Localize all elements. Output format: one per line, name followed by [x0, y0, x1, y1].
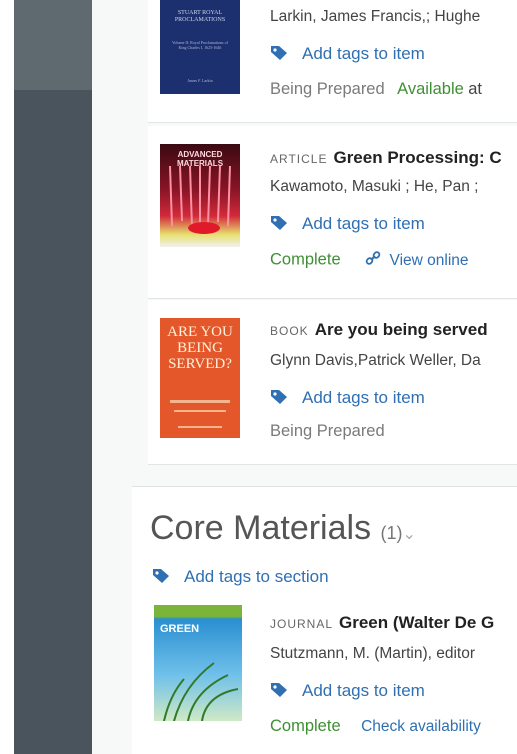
add-tags-link[interactable]: Add tags to item: [270, 214, 425, 235]
left-margin: [0, 0, 14, 754]
list-item: STUART ROYAL PROCLAMATIONS Volume II: Ro…: [148, 0, 517, 123]
item-text: BOOK Are you being served Glynn Davis,Pat…: [270, 300, 517, 464]
sidebar: [14, 0, 92, 754]
item-heading: ARTICLE Green Processing: C: [270, 148, 502, 168]
link-icon: [365, 251, 385, 270]
tag-icon: [270, 388, 290, 409]
status-text: Being Prepared: [270, 80, 385, 98]
cover-title: GREEN: [160, 623, 200, 635]
item-status-row: Being Prepared: [270, 422, 385, 441]
tag-icon: [270, 44, 290, 65]
add-tags-label[interactable]: Add tags to item: [302, 214, 425, 233]
cover-decoration: [170, 400, 230, 403]
article-cover[interactable]: ADVANCED MATERIALS: [160, 144, 240, 247]
section-title: Core Materials: [150, 509, 372, 547]
view-online-link[interactable]: View online: [365, 250, 469, 271]
add-tags-label[interactable]: Add tags to item: [302, 44, 425, 63]
cover-art: [169, 166, 231, 234]
list-item: ARE YOU BEING SERVED? BOOK Are you being …: [148, 300, 517, 465]
cover-decoration: [174, 410, 226, 412]
item-authors: Larkin, James Francis,; Hughe: [270, 8, 481, 25]
chevron-down-icon[interactable]: ⌄: [403, 526, 416, 543]
status-text: Complete: [270, 250, 341, 269]
add-tags-label[interactable]: Add tags to item: [302, 681, 425, 700]
item-type: JOURNAL: [270, 617, 334, 631]
status-text: Complete: [270, 717, 341, 735]
list-item: GREEN JOURNAL Green (Walter De G Stutzman…: [148, 593, 517, 754]
section-count: (1): [380, 523, 403, 543]
cover-title: STUART ROYAL PROCLAMATIONS: [174, 10, 226, 23]
item-authors: Kawamoto, Masuki ; He, Pan ;: [270, 178, 479, 195]
add-tags-section-link[interactable]: Add tags to section: [152, 567, 329, 588]
cover-decoration: [178, 426, 222, 428]
add-tags-link[interactable]: Add tags to item: [270, 44, 425, 65]
add-tags-section-label[interactable]: Add tags to section: [184, 567, 329, 586]
tag-icon: [270, 214, 290, 235]
cover-subtitle: Volume II: Royal Proclamations of King C…: [172, 40, 228, 50]
item-type: BOOK: [270, 324, 309, 338]
item-text: JOURNAL Green (Walter De G Stutzmann, M. …: [270, 593, 517, 754]
item-text: ARTICLE Green Processing: C Kawamoto, Mas…: [270, 126, 517, 298]
section-heading[interactable]: Core Materials (1)⌄: [150, 509, 416, 548]
tag-icon: [270, 681, 290, 702]
sidebar-header: [14, 0, 92, 90]
item-title[interactable]: Green (Walter De G: [339, 613, 494, 632]
item-title[interactable]: Green Processing: C: [333, 148, 501, 167]
item-authors: Glynn Davis,Patrick Weller, Da: [270, 352, 481, 369]
item-text: Larkin, James Francis,; Hughe Add tags t…: [270, 0, 517, 122]
add-tags-label[interactable]: Add tags to item: [302, 388, 425, 407]
item-status-row: Complete View online: [270, 250, 469, 271]
item-title[interactable]: Are you being served: [315, 320, 488, 339]
cover-art: [163, 662, 239, 721]
cover-author: James F. Larkin: [187, 78, 213, 83]
availability-suffix: at: [468, 80, 483, 98]
list-item: ADVANCED MATERIALS ARTICLE Green Processi…: [148, 126, 517, 299]
tag-icon: [152, 567, 172, 588]
check-availability-link[interactable]: Check availability: [361, 718, 481, 735]
book-cover[interactable]: STUART ROYAL PROCLAMATIONS Volume II: Ro…: [160, 0, 240, 94]
item-status-row: Being Prepared Available at: [270, 80, 482, 99]
section-core-materials: Core Materials (1)⌄ Add tags to section …: [132, 486, 517, 754]
status-text: Being Prepared: [270, 422, 385, 440]
item-heading: BOOK Are you being served: [270, 320, 488, 340]
item-status-row: Complete Check availability: [270, 717, 481, 736]
reading-list: STUART ROYAL PROCLAMATIONS Volume II: Ro…: [92, 0, 517, 754]
item-heading: JOURNAL Green (Walter De G: [270, 613, 494, 633]
book-cover[interactable]: ARE YOU BEING SERVED?: [160, 318, 240, 438]
add-tags-link[interactable]: Add tags to item: [270, 681, 425, 702]
journal-cover[interactable]: GREEN: [154, 605, 242, 721]
add-tags-link[interactable]: Add tags to item: [270, 388, 425, 409]
item-type: ARTICLE: [270, 152, 328, 166]
view-online-label[interactable]: View online: [390, 252, 469, 269]
item-authors: Stutzmann, M. (Martin), editor: [270, 645, 476, 662]
cover-title: ARE YOU BEING SERVED?: [167, 324, 233, 372]
availability-link[interactable]: Available: [397, 80, 464, 98]
